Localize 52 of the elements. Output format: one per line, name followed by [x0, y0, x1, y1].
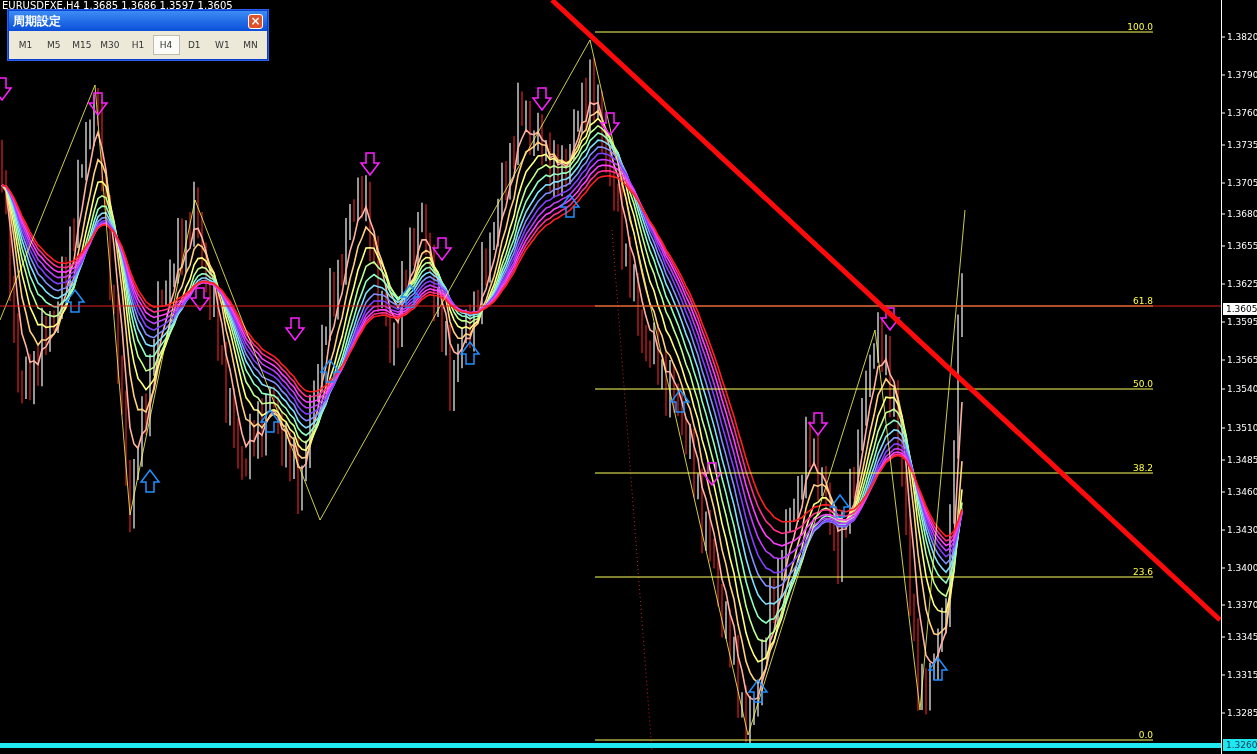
up-arrow-icon: [459, 340, 481, 365]
period-button[interactable]: W1: [208, 35, 236, 55]
down-arrow-icon: [87, 92, 109, 117]
price-axis-label: 1.3735: [1227, 140, 1257, 150]
price-axis-label: 1.3285: [1227, 708, 1257, 718]
up-arrow-icon: [559, 193, 581, 218]
price-marker: 1.3260: [1223, 739, 1257, 751]
down-arrow-icon: [189, 287, 211, 312]
period-button[interactable]: M30: [96, 35, 124, 55]
fibonacci-level-label: 50.0: [1132, 379, 1153, 389]
price-axis-label: 1.3565: [1227, 355, 1257, 365]
up-arrow-icon: [319, 358, 341, 383]
fibonacci-level-label: 100.0: [1127, 22, 1153, 32]
price-axis-label: 1.3655: [1227, 241, 1257, 251]
up-arrow-icon: [747, 678, 769, 703]
price-axis-label: 1.3595: [1227, 317, 1257, 327]
up-arrow-icon: [64, 288, 86, 313]
fibonacci-level-label: 23.6: [1132, 567, 1153, 577]
price-axis-label: 1.3485: [1227, 455, 1257, 465]
period-button[interactable]: M15: [68, 35, 96, 55]
down-arrow-icon: [807, 412, 829, 437]
up-arrow-icon: [139, 468, 161, 493]
up-arrow-icon: [927, 656, 949, 681]
down-arrow-icon: [284, 317, 306, 342]
up-arrow-icon: [399, 283, 421, 308]
down-arrow-icon: [599, 112, 621, 137]
up-arrow-icon: [829, 493, 851, 518]
period-button[interactable]: MN: [236, 35, 264, 55]
down-arrow-icon: [701, 462, 723, 487]
fibonacci-level-label: 61.8: [1132, 296, 1153, 306]
price-axis-label: 1.3315: [1227, 670, 1257, 680]
period-button[interactable]: D1: [180, 35, 208, 55]
down-arrow-icon: [0, 77, 13, 102]
up-arrow-icon: [669, 388, 691, 413]
close-button[interactable]: ×: [248, 13, 263, 29]
price-axis-label: 1.3625: [1227, 279, 1257, 289]
price-marker: 1.3605: [1223, 303, 1257, 315]
period-button[interactable]: M5: [40, 35, 68, 55]
dialog-title: 周期設定: [13, 12, 61, 30]
period-button[interactable]: M1: [12, 35, 40, 55]
up-arrow-icon: [259, 408, 281, 433]
down-arrow-icon: [531, 87, 553, 112]
chart-symbol-header: EURUSDFXE,H4 1.3685 1.3686 1.3597 1.3605: [2, 0, 233, 11]
period-button[interactable]: H1: [124, 35, 152, 55]
price-axis-label: 1.3345: [1227, 632, 1257, 642]
fibonacci-level-label: 38.2: [1132, 463, 1153, 473]
down-arrow-icon: [431, 237, 453, 262]
fibonacci-level-label: 0.0: [1138, 730, 1153, 740]
price-axis-label: 1.3705: [1227, 178, 1257, 188]
down-arrow-icon: [879, 307, 901, 332]
period-button[interactable]: H4: [152, 35, 180, 55]
down-arrow-icon: [359, 152, 381, 177]
